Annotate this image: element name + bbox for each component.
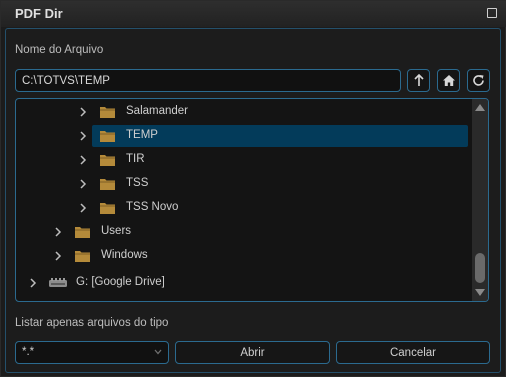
folder-icon: [100, 155, 115, 166]
arrow-up-icon: [413, 74, 424, 86]
chevron-down-icon: [154, 349, 162, 355]
tree-item[interactable]: TSS: [16, 173, 472, 195]
tree-item-selected[interactable]: TEMP: [16, 125, 472, 147]
maximize-icon[interactable]: [487, 8, 497, 18]
chevron-right-icon[interactable]: [53, 226, 63, 238]
tree-item[interactable]: TIR: [16, 149, 472, 171]
tree-item-label: G: [Google Drive]: [76, 276, 165, 288]
cancel-button[interactable]: Cancelar: [336, 341, 490, 364]
chevron-right-icon[interactable]: [28, 277, 38, 289]
pdf-dir-dialog: PDF Dir Nome do Arquivo Salamander: [0, 0, 506, 377]
tree-item-drive[interactable]: G: [Google Drive]: [16, 272, 472, 294]
tree-scrollbar[interactable]: [472, 99, 488, 301]
folder-icon: [100, 107, 115, 118]
scroll-up-arrow-icon[interactable]: [475, 104, 485, 111]
tree-item[interactable]: Salamander: [16, 101, 472, 123]
tree-item-label: TSS Novo: [126, 201, 179, 213]
file-name-label: Nome do Arquivo: [15, 44, 104, 56]
open-button[interactable]: Abrir: [175, 341, 330, 364]
home-button[interactable]: [437, 69, 460, 92]
refresh-button[interactable]: [467, 69, 490, 92]
tree-item-label: Users: [101, 225, 132, 237]
path-input[interactable]: [15, 69, 401, 92]
file-type-label: Listar apenas arquivos do tipo: [15, 317, 169, 329]
tree-item-label: Salamander: [126, 105, 189, 117]
up-folder-button[interactable]: [407, 69, 430, 92]
folder-icon: [75, 251, 90, 262]
folder-icon: [100, 179, 115, 190]
tree-item[interactable]: Users: [16, 221, 472, 243]
network-drive-icon: [49, 278, 67, 287]
file-type-value: *.*: [22, 346, 35, 358]
chevron-right-icon[interactable]: [78, 130, 88, 142]
scroll-down-arrow-icon[interactable]: [475, 289, 485, 296]
window-title: PDF Dir: [15, 6, 63, 21]
refresh-icon: [473, 75, 484, 86]
chevron-right-icon[interactable]: [78, 178, 88, 190]
scroll-thumb[interactable]: [475, 253, 485, 283]
chevron-right-icon[interactable]: [78, 154, 88, 166]
tree-item[interactable]: Windows: [16, 245, 472, 267]
tree-item-label: Windows: [101, 249, 148, 261]
title-bar[interactable]: PDF Dir: [1, 1, 506, 27]
folder-icon: [75, 227, 90, 238]
chevron-right-icon[interactable]: [78, 202, 88, 214]
chevron-right-icon[interactable]: [53, 250, 63, 262]
tree-item-label: TSS: [126, 177, 149, 189]
tree-item-label: TEMP: [126, 129, 158, 141]
chevron-right-icon[interactable]: [78, 106, 88, 118]
tree-item[interactable]: TSS Novo: [16, 197, 472, 219]
folder-tree[interactable]: Salamander TEMP TIR TSS TSS Novo Users W…: [15, 98, 489, 302]
tree-item-label: TIR: [126, 153, 145, 165]
folder-icon: [100, 131, 115, 142]
file-type-select[interactable]: *.*: [15, 341, 169, 364]
home-icon: [442, 75, 455, 86]
folder-icon: [100, 203, 115, 214]
